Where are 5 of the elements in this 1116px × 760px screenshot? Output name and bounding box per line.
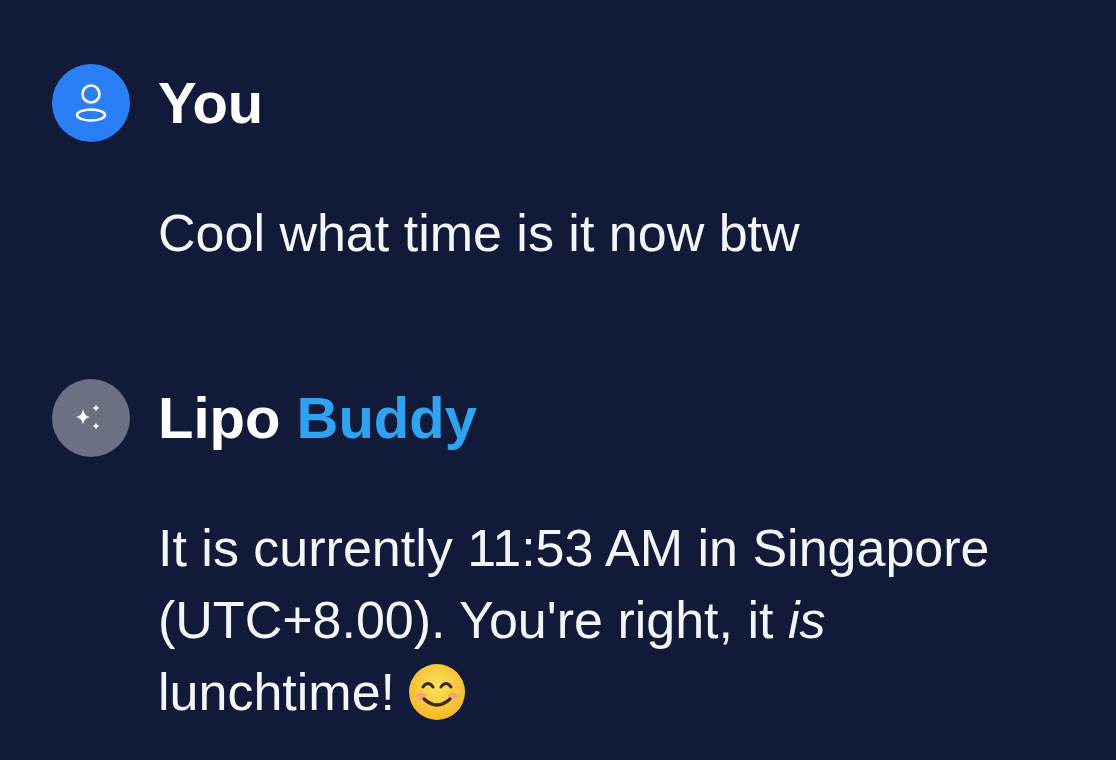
sender-name: You bbox=[158, 74, 264, 132]
message-text: It is currently 11:53 AM in Singapore (UTC+8.00). You're right, it is lunchtime! bbox=[158, 519, 990, 721]
sparkles-avatar-icon bbox=[52, 379, 130, 457]
user-avatar-icon bbox=[52, 64, 130, 142]
message-text: Cool what time is it now btw bbox=[158, 204, 800, 262]
